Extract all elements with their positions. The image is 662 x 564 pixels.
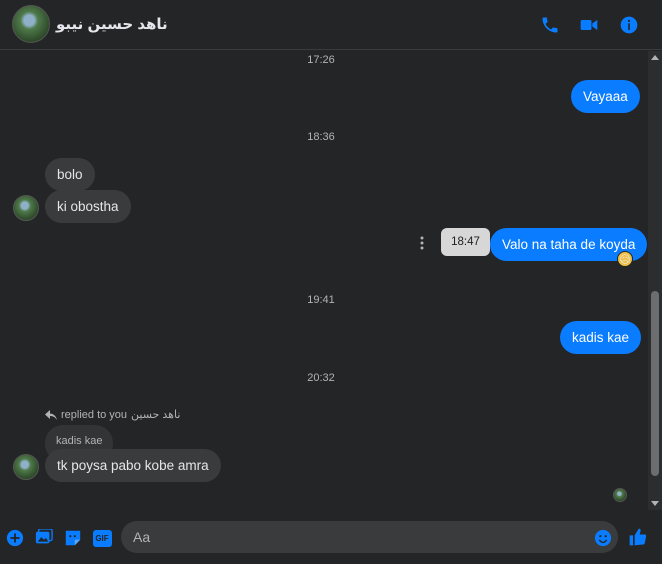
phone-icon[interactable] [538,13,562,37]
timestamp: 20:32 [307,372,335,384]
sender-avatar[interactable] [13,195,39,221]
reply-label-text: replied to you [61,408,128,421]
message-input[interactable]: Aa [121,521,618,553]
like-icon[interactable] [628,527,648,547]
timestamp: 17:26 [307,54,335,66]
scroll-down-arrow[interactable] [651,501,659,506]
chat-header: ناهد حسين نيبو [0,0,662,50]
message-outgoing[interactable]: kadis kae [560,321,642,354]
timestamp: 18:36 [307,131,335,143]
contact-avatar-button[interactable] [12,5,50,43]
contact-name[interactable]: ناهد حسين نيبو [56,15,168,33]
seen-avatar [613,488,627,502]
timestamp: 19:41 [307,294,335,306]
avatar [12,5,50,43]
message-incoming[interactable]: ki obostha [45,190,131,223]
scrollbar[interactable] [648,51,662,510]
gif-label: GIF [92,529,112,547]
message-incoming[interactable]: bolo [45,158,95,191]
reaction-emoji[interactable]: 😥 [617,251,633,267]
video-camera-icon[interactable] [577,13,601,37]
info-icon[interactable] [617,13,641,37]
message-composer: GIF Aa [0,512,662,564]
time-tooltip: 18:47 [441,228,490,256]
message-incoming[interactable]: tk poysa pabo kobe amra [45,449,221,482]
scroll-thumb[interactable] [651,291,659,476]
more-options-icon[interactable] [419,235,425,251]
emoji-icon[interactable] [593,528,613,548]
reply-name: ناهد حسين [131,409,181,421]
plus-icon[interactable] [5,528,25,548]
scroll-up-arrow[interactable] [651,55,659,60]
sender-avatar[interactable] [13,454,39,480]
sticker-icon[interactable] [63,528,83,548]
reply-arrow-icon [45,409,57,420]
message-outgoing[interactable]: Vayaaa [571,80,640,113]
image-icon[interactable] [34,528,54,548]
message-thread: 17:26 Vayaaa 18:36 bolo ki obostha 18:47… [0,51,662,510]
reply-indicator: replied to you ناهد حسين [45,408,180,421]
gif-icon[interactable]: GIF [92,528,112,548]
message-input-placeholder: Aa [133,529,151,545]
